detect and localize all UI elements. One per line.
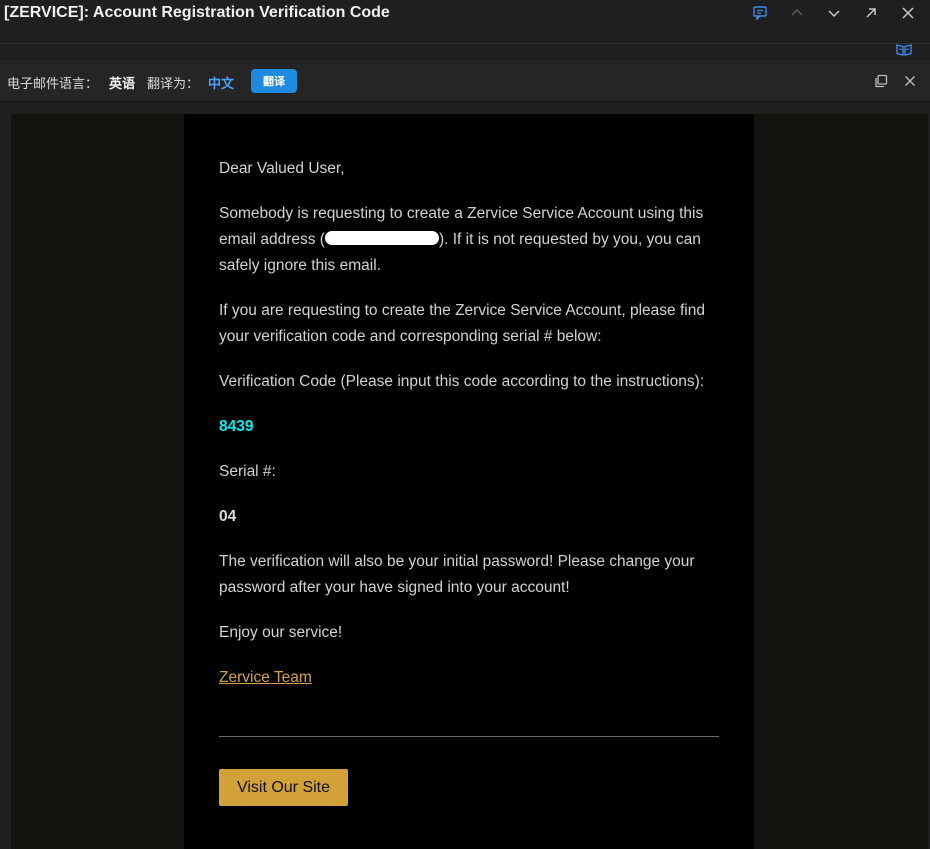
email-body: Dear Valued User, Somebody is requesting… — [219, 156, 719, 710]
verification-code-label: Verification Code (Please input this cod… — [219, 373, 705, 390]
visit-our-site-button[interactable]: Visit Our Site — [219, 769, 348, 806]
toolbar-strip — [0, 44, 930, 60]
verification-code: 8439 — [219, 418, 254, 435]
open-external-icon[interactable] — [860, 2, 882, 24]
instructions-paragraph: If you are requesting to create the Zerv… — [219, 302, 705, 345]
serial-label: Serial #: — [219, 463, 276, 480]
chevron-down-icon[interactable] — [823, 2, 845, 24]
password-notice: The verification will also be your initi… — [219, 553, 695, 596]
email-language-value: 英语 — [109, 76, 136, 91]
close-translate-icon[interactable] — [899, 70, 921, 92]
request-paragraph: Somebody is requesting to create a Zervi… — [219, 201, 719, 279]
chevron-up-icon[interactable] — [786, 2, 808, 24]
copy-icon[interactable] — [870, 70, 892, 92]
translate-to-language-link[interactable]: 中文 — [208, 73, 234, 92]
redacted-email-address — [324, 231, 439, 245]
email-language-label: 电子邮件语言： — [7, 76, 99, 91]
zervice-team-link[interactable]: Zervice Team — [219, 669, 312, 686]
greeting: Dear Valued User, — [219, 160, 345, 177]
translate-bar: 电子邮件语言： 英语 翻译为： 中文 翻译 — [0, 60, 930, 102]
translate-to-label: 翻译为： — [147, 76, 200, 91]
signature: Zervice Team — [219, 665, 719, 691]
translate-button[interactable]: 翻译 — [251, 69, 297, 93]
serial-number: 04 — [219, 508, 237, 525]
close-icon[interactable] — [897, 2, 919, 24]
email-subject: [ZERVICE]: Account Registration Verifica… — [4, 4, 390, 21]
closing-line: Enjoy our service! — [219, 624, 343, 641]
email-content-card: Dear Valued User, Somebody is requesting… — [184, 114, 754, 849]
divider — [219, 736, 719, 737]
immersive-reader-icon[interactable] — [893, 39, 915, 61]
title-bar: [ZERVICE]: Account Registration Verifica… — [0, 0, 930, 44]
reply-comment-icon[interactable] — [749, 2, 771, 24]
